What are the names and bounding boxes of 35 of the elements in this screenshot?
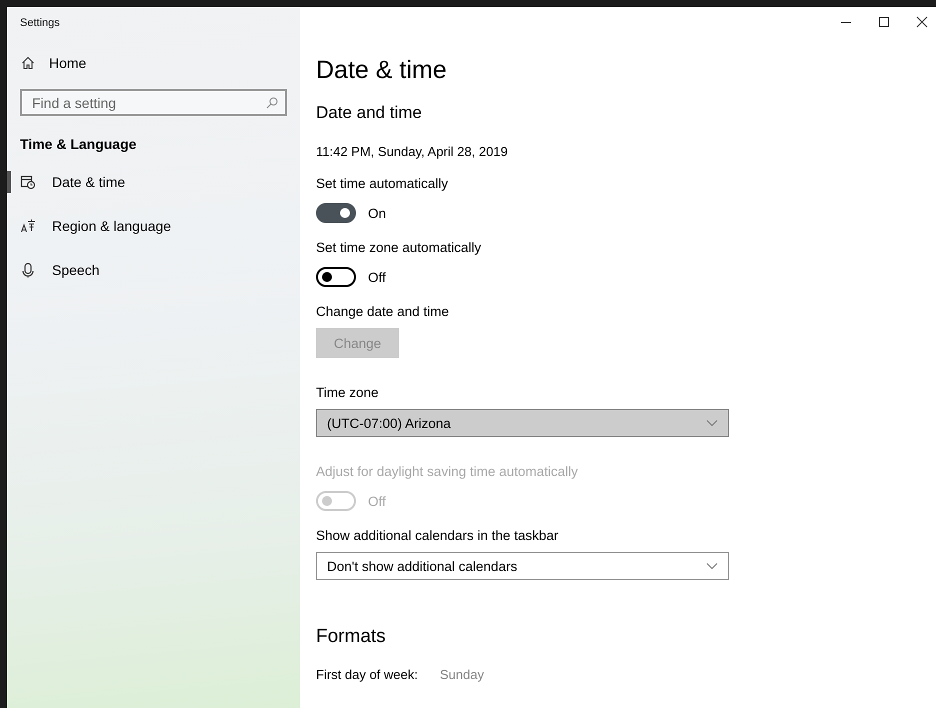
home-link[interactable]: Home bbox=[21, 55, 86, 71]
setting-label: Show additional calendars in the taskbar bbox=[316, 527, 558, 545]
section-heading: Date and time bbox=[316, 102, 423, 124]
page-title: Date & time bbox=[316, 55, 448, 85]
setting-label: Time zone bbox=[316, 384, 379, 402]
current-date-time: 11:42 PM, Sunday, April 28, 2019 bbox=[316, 143, 509, 161]
search-icon bbox=[266, 97, 278, 109]
language-icon bbox=[20, 218, 36, 234]
chevron-down-icon bbox=[706, 419, 718, 427]
toggle-state: Off bbox=[368, 494, 386, 508]
nav-item[interactable]: Region & language bbox=[7, 215, 172, 237]
dropdown[interactable]: (UTC-07:00) Arizona bbox=[316, 409, 729, 437]
setting-label: Set time zone automatically bbox=[316, 239, 482, 257]
search-field[interactable]: Find a setting bbox=[20, 89, 287, 116]
toggle-switch[interactable] bbox=[316, 203, 356, 223]
chevron-down-icon bbox=[706, 562, 718, 570]
window-title: Settings bbox=[19, 16, 61, 31]
nav-item[interactable]: Date & time bbox=[7, 171, 126, 193]
toggle-state: Off bbox=[368, 270, 386, 284]
maximize-icon[interactable] bbox=[878, 16, 890, 28]
calendar-clock-icon bbox=[20, 174, 36, 190]
dropdown[interactable]: Don't show additional calendars bbox=[316, 552, 729, 580]
section-heading: Time & Language bbox=[20, 136, 138, 152]
microphone-icon bbox=[20, 262, 36, 278]
format-value: Sunday bbox=[440, 667, 484, 682]
section-heading: Formats bbox=[316, 625, 387, 649]
nav-item[interactable]: Speech bbox=[7, 259, 100, 281]
toggle-switch[interactable] bbox=[316, 267, 356, 287]
setting-label: Set time automatically bbox=[316, 175, 448, 193]
setting-label: Adjust for daylight saving time automatically bbox=[316, 463, 578, 481]
home-icon bbox=[21, 56, 35, 70]
toggle-state: On bbox=[368, 206, 386, 220]
setting-label: Change date and time bbox=[316, 303, 449, 321]
format-label: First day of week: bbox=[316, 667, 418, 682]
close-icon[interactable] bbox=[916, 16, 928, 28]
